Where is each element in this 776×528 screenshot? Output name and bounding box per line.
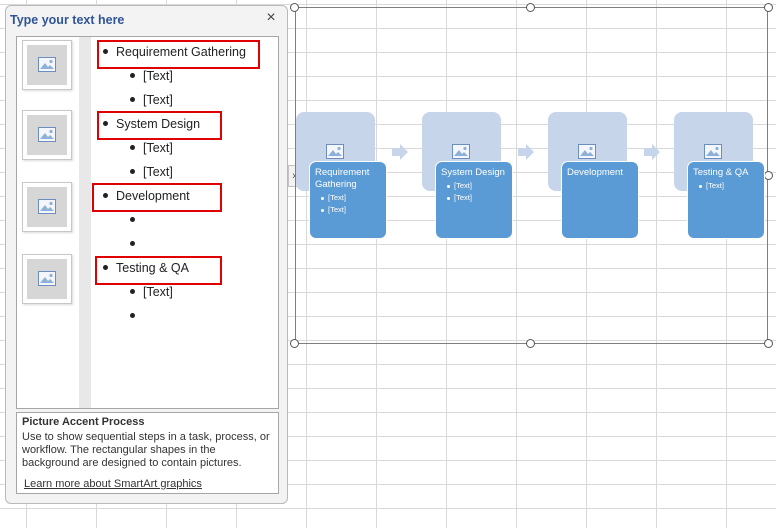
- picture-icon: [704, 144, 722, 159]
- picture-thumbnail-3[interactable]: [22, 182, 72, 232]
- resize-handle[interactable]: [290, 339, 299, 348]
- resize-handle[interactable]: [290, 3, 299, 12]
- step-title: Requirement Gathering: [315, 167, 370, 190]
- text-subitem[interactable]: [130, 213, 143, 227]
- process-step-2[interactable]: System Design [Text] [Text]: [435, 161, 513, 239]
- arrow-right-icon: [644, 144, 660, 160]
- step-title: System Design: [441, 167, 505, 178]
- text-subitem[interactable]: [130, 237, 143, 251]
- picture-icon: [38, 127, 56, 142]
- picture-icon: [38, 271, 56, 286]
- layout-name: Picture Accent Process: [22, 416, 145, 428]
- item-text: [Text]: [143, 69, 173, 83]
- step-subtext: [Text]: [441, 193, 507, 203]
- resize-handle[interactable]: [526, 3, 535, 12]
- step-subtext: [Text]: [315, 193, 381, 203]
- picture-icon: [452, 144, 470, 159]
- picture-thumbnail-2[interactable]: [22, 110, 72, 160]
- item-text: [Text]: [143, 141, 173, 155]
- text-subitem[interactable]: [130, 309, 143, 323]
- resize-handle[interactable]: [526, 339, 535, 348]
- pane-title: Type your text here: [10, 13, 125, 27]
- process-step-1[interactable]: Requirement Gathering [Text] [Text]: [309, 161, 387, 239]
- picture-icon: [326, 144, 344, 159]
- resize-handle[interactable]: [764, 3, 773, 12]
- arrow-right-icon: [392, 144, 408, 160]
- text-subitem[interactable]: [Text]: [130, 285, 173, 299]
- resize-handle[interactable]: [764, 171, 773, 180]
- step-subtext: [Text]: [693, 181, 759, 191]
- layout-description-text: Use to show sequential steps in a task, …: [22, 431, 270, 469]
- close-icon[interactable]: ×: [263, 10, 279, 26]
- item-text: [Text]: [143, 165, 173, 179]
- text-subitem[interactable]: [Text]: [130, 93, 173, 107]
- arrow-right-icon: [518, 144, 534, 160]
- pane-separator: [79, 37, 91, 408]
- step-subtext: [Text]: [441, 181, 507, 191]
- highlight-box: [92, 183, 222, 212]
- picture-thumbnail-1[interactable]: [22, 40, 72, 90]
- item-text: [Text]: [143, 285, 173, 299]
- step-title: Testing & QA: [693, 167, 749, 178]
- picture-icon: [578, 144, 596, 159]
- resize-handle[interactable]: [764, 339, 773, 348]
- step-title: Development: [567, 167, 623, 178]
- process-step-3[interactable]: Development: [561, 161, 639, 239]
- layout-description: Picture Accent Process Use to show seque…: [16, 412, 279, 494]
- highlight-box: [95, 256, 222, 285]
- thumbnail-column: [17, 37, 79, 408]
- item-text: [Text]: [143, 93, 173, 107]
- process-step-4[interactable]: Testing & QA [Text]: [687, 161, 765, 239]
- text-subitem[interactable]: [Text]: [130, 165, 173, 179]
- picture-thumbnail-4[interactable]: [22, 254, 72, 304]
- smartart-text-pane: Type your text here × Requirement Gather…: [5, 5, 288, 504]
- text-subitem[interactable]: [Text]: [130, 69, 173, 83]
- picture-icon: [38, 199, 56, 214]
- step-subtext: [Text]: [315, 205, 381, 215]
- highlight-box: [97, 111, 222, 140]
- highlight-box: [97, 40, 260, 69]
- learn-more-link[interactable]: Learn more about SmartArt graphics: [24, 478, 202, 490]
- text-subitem[interactable]: [Text]: [130, 141, 173, 155]
- pane-body: Requirement Gathering [Text] [Text] Syst…: [16, 36, 279, 409]
- picture-icon: [38, 57, 56, 72]
